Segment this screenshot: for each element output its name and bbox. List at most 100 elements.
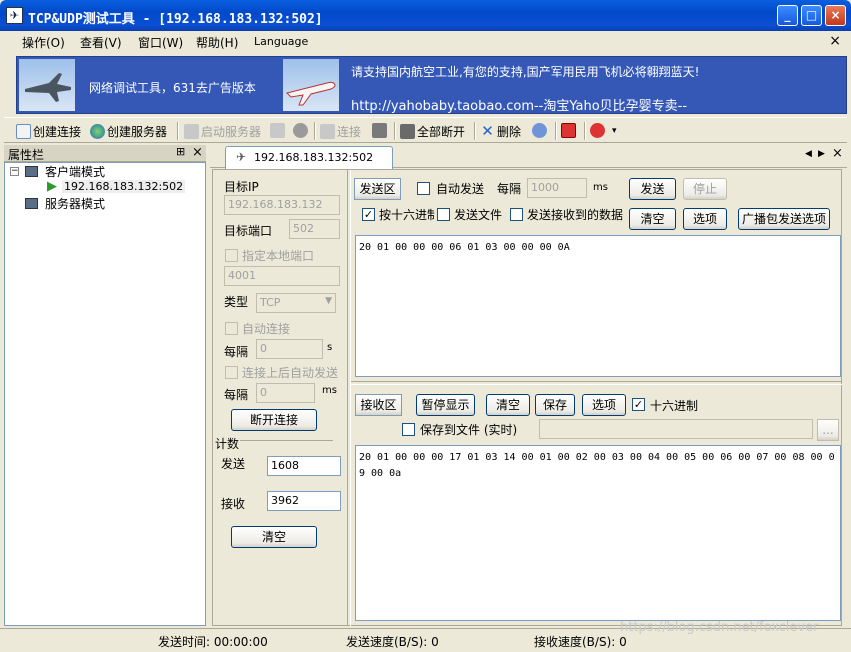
interval2-input[interactable]: 0 <box>256 383 315 403</box>
tree-collapse-icon[interactable]: − <box>10 167 19 176</box>
stop-button[interactable]: 停止 <box>683 178 727 200</box>
recv-options-button[interactable]: 选项 <box>582 394 626 416</box>
browse-button[interactable]: ... <box>817 419 839 441</box>
properties-bar-header: 属性栏 ⊞ × <box>4 145 206 162</box>
title-bar[interactable]: ✈ TCP&UDP测试工具 - [192.168.183.132:502] _ … <box>0 0 851 31</box>
target-port-input[interactable]: 502 <box>289 219 340 239</box>
cancel-icon[interactable] <box>293 123 308 138</box>
send-received-checkbox[interactable] <box>510 208 523 221</box>
tab-scroll-left-icon[interactable]: ◀ <box>805 149 812 159</box>
client-mode-icon <box>25 166 38 177</box>
menu-language[interactable]: Language <box>254 35 308 48</box>
close-button[interactable]: × <box>825 5 846 26</box>
auto-connect-label: 自动连接 <box>242 322 291 336</box>
menu-window[interactable]: 窗口(W) <box>138 34 183 51</box>
network-icon[interactable] <box>532 123 547 138</box>
properties-close-icon[interactable]: × <box>192 145 203 160</box>
create-server-button[interactable]: 创建服务器 <box>90 122 167 140</box>
type-select[interactable]: TCP ▼ <box>256 293 336 313</box>
globe-icon <box>90 123 105 139</box>
recv-textarea[interactable]: 20 01 00 00 00 17 01 03 14 00 01 00 02 0… <box>355 445 841 621</box>
send-file-checkbox[interactable] <box>437 208 450 221</box>
interval1-unit: s <box>327 342 333 353</box>
hex-display-label: 十六进制 <box>650 399 699 413</box>
send-interval-label: 每隔 <box>497 182 522 196</box>
delete-button[interactable]: ✕ 删除 <box>480 122 521 140</box>
tab-scroll-right-icon[interactable]: ▶ <box>818 149 825 159</box>
recv-clear-button[interactable]: 清空 <box>486 394 530 416</box>
mdi-close-icon[interactable]: × <box>829 33 841 49</box>
disconnect-button[interactable]: 断开连接 <box>231 409 317 431</box>
recv-save-button[interactable]: 保存 <box>535 394 575 416</box>
connect-button[interactable]: 连接 <box>320 122 361 140</box>
start-server-button[interactable]: 启动服务器 <box>184 122 261 140</box>
create-connection-label: 创建连接 <box>33 124 82 139</box>
send-interval-input[interactable]: 1000 <box>527 178 587 198</box>
panel-splitter[interactable] <box>347 170 351 626</box>
banner-right-line1: 请支持国内航空工业,有您的支持,国产军用民用飞机必将翱翔蓝天! <box>351 65 700 79</box>
disconnect-all-icon <box>400 123 415 139</box>
interval1-input[interactable]: 0 <box>256 339 323 359</box>
hex-send-checkbox[interactable]: ✓ <box>362 208 375 221</box>
disconnect-icon[interactable] <box>372 123 387 138</box>
tree-client-mode[interactable]: 客户端模式 <box>45 163 105 180</box>
send-button[interactable]: 发送 <box>629 178 676 200</box>
power-icon[interactable] <box>561 123 576 138</box>
interval2-unit: ms <box>322 385 337 396</box>
chevron-down-icon: ▼ <box>325 296 332 306</box>
recv-count-label: 接收 <box>221 497 246 511</box>
type-label: 类型 <box>224 295 249 309</box>
send-interval-unit: ms <box>593 182 608 193</box>
minimize-button[interactable]: _ <box>777 5 798 26</box>
play-icon: ▶ <box>47 179 57 194</box>
auto-connect-checkbox[interactable] <box>225 322 238 335</box>
toolbar-separator <box>314 122 316 140</box>
ad-banner[interactable]: 网络调试工具，631去广告版本 请支持国内航空工业,有您的支持,国产军用民用飞机… <box>16 56 847 114</box>
airliner-image <box>283 59 339 111</box>
tab-connection[interactable]: ✈ 192.168.183.132:502 <box>225 146 393 169</box>
toolbar-separator <box>177 122 179 140</box>
pin-icon[interactable]: ⊞ <box>176 145 185 158</box>
hex-send-label: 按十六进制 <box>379 208 435 222</box>
toolbar-overflow-icon[interactable]: ▾ <box>612 126 617 136</box>
send-received-label: 发送接收到的数据 <box>527 208 624 222</box>
send-clear-button[interactable]: 清空 <box>629 208 676 230</box>
pause-display-button[interactable]: 暂停显示 <box>416 394 475 416</box>
toolbar-separator <box>394 122 396 140</box>
menu-operate[interactable]: 操作(O) <box>22 34 65 51</box>
start-server-label: 启动服务器 <box>201 124 262 139</box>
toolbar: 创建连接 创建服务器 启动服务器 连接 全部断开 ✕ 删除 ▾ <box>4 117 847 143</box>
menu-help[interactable]: 帮助(H) <box>196 34 238 51</box>
local-port-input[interactable]: 4001 <box>224 266 340 286</box>
about-icon[interactable] <box>590 123 605 138</box>
broadcast-options-button[interactable]: 广播包发送选项 <box>738 208 830 230</box>
clear-counter-button[interactable]: 清空 <box>231 526 317 548</box>
auto-send-after-checkbox[interactable] <box>225 366 238 379</box>
delete-x-icon: ✕ <box>481 121 494 140</box>
disconnect-all-label: 全部断开 <box>417 124 466 139</box>
save-to-file-checkbox[interactable] <box>402 423 415 436</box>
counter-title: 计数 <box>215 437 240 451</box>
send-options-button[interactable]: 选项 <box>683 208 727 230</box>
auto-send-checkbox[interactable] <box>417 182 430 195</box>
tab-close-icon[interactable]: × <box>832 146 843 161</box>
save-file-path-input[interactable] <box>539 419 813 439</box>
create-connection-button[interactable]: 创建连接 <box>16 122 81 140</box>
target-port-label: 目标端口 <box>224 224 273 238</box>
tree-client-connection[interactable]: 192.168.183.132:502 <box>62 180 186 193</box>
maximize-button[interactable]: □ <box>801 5 822 26</box>
menu-view[interactable]: 查看(V) <box>80 34 122 51</box>
send-time-status: 发送时间: 00:00:00 <box>158 635 268 649</box>
send-textarea[interactable]: 20 01 00 00 00 06 01 03 00 00 00 0A <box>355 235 841 377</box>
target-ip-input[interactable]: 192.168.183.132 <box>224 195 340 215</box>
send-count-field: 1608 <box>267 456 341 476</box>
stop-server-icon[interactable] <box>270 123 285 138</box>
tree-server-mode[interactable]: 服务器模式 <box>45 195 105 212</box>
local-port-checkbox[interactable] <box>225 249 238 262</box>
hex-display-checkbox[interactable]: ✓ <box>632 398 645 411</box>
send-count-label: 发送 <box>221 457 246 471</box>
disconnect-all-button[interactable]: 全部断开 <box>400 122 465 140</box>
send-file-label: 发送文件 <box>454 208 503 222</box>
send-recv-splitter[interactable] <box>351 381 842 385</box>
local-port-label: 指定本地端口 <box>242 249 315 263</box>
